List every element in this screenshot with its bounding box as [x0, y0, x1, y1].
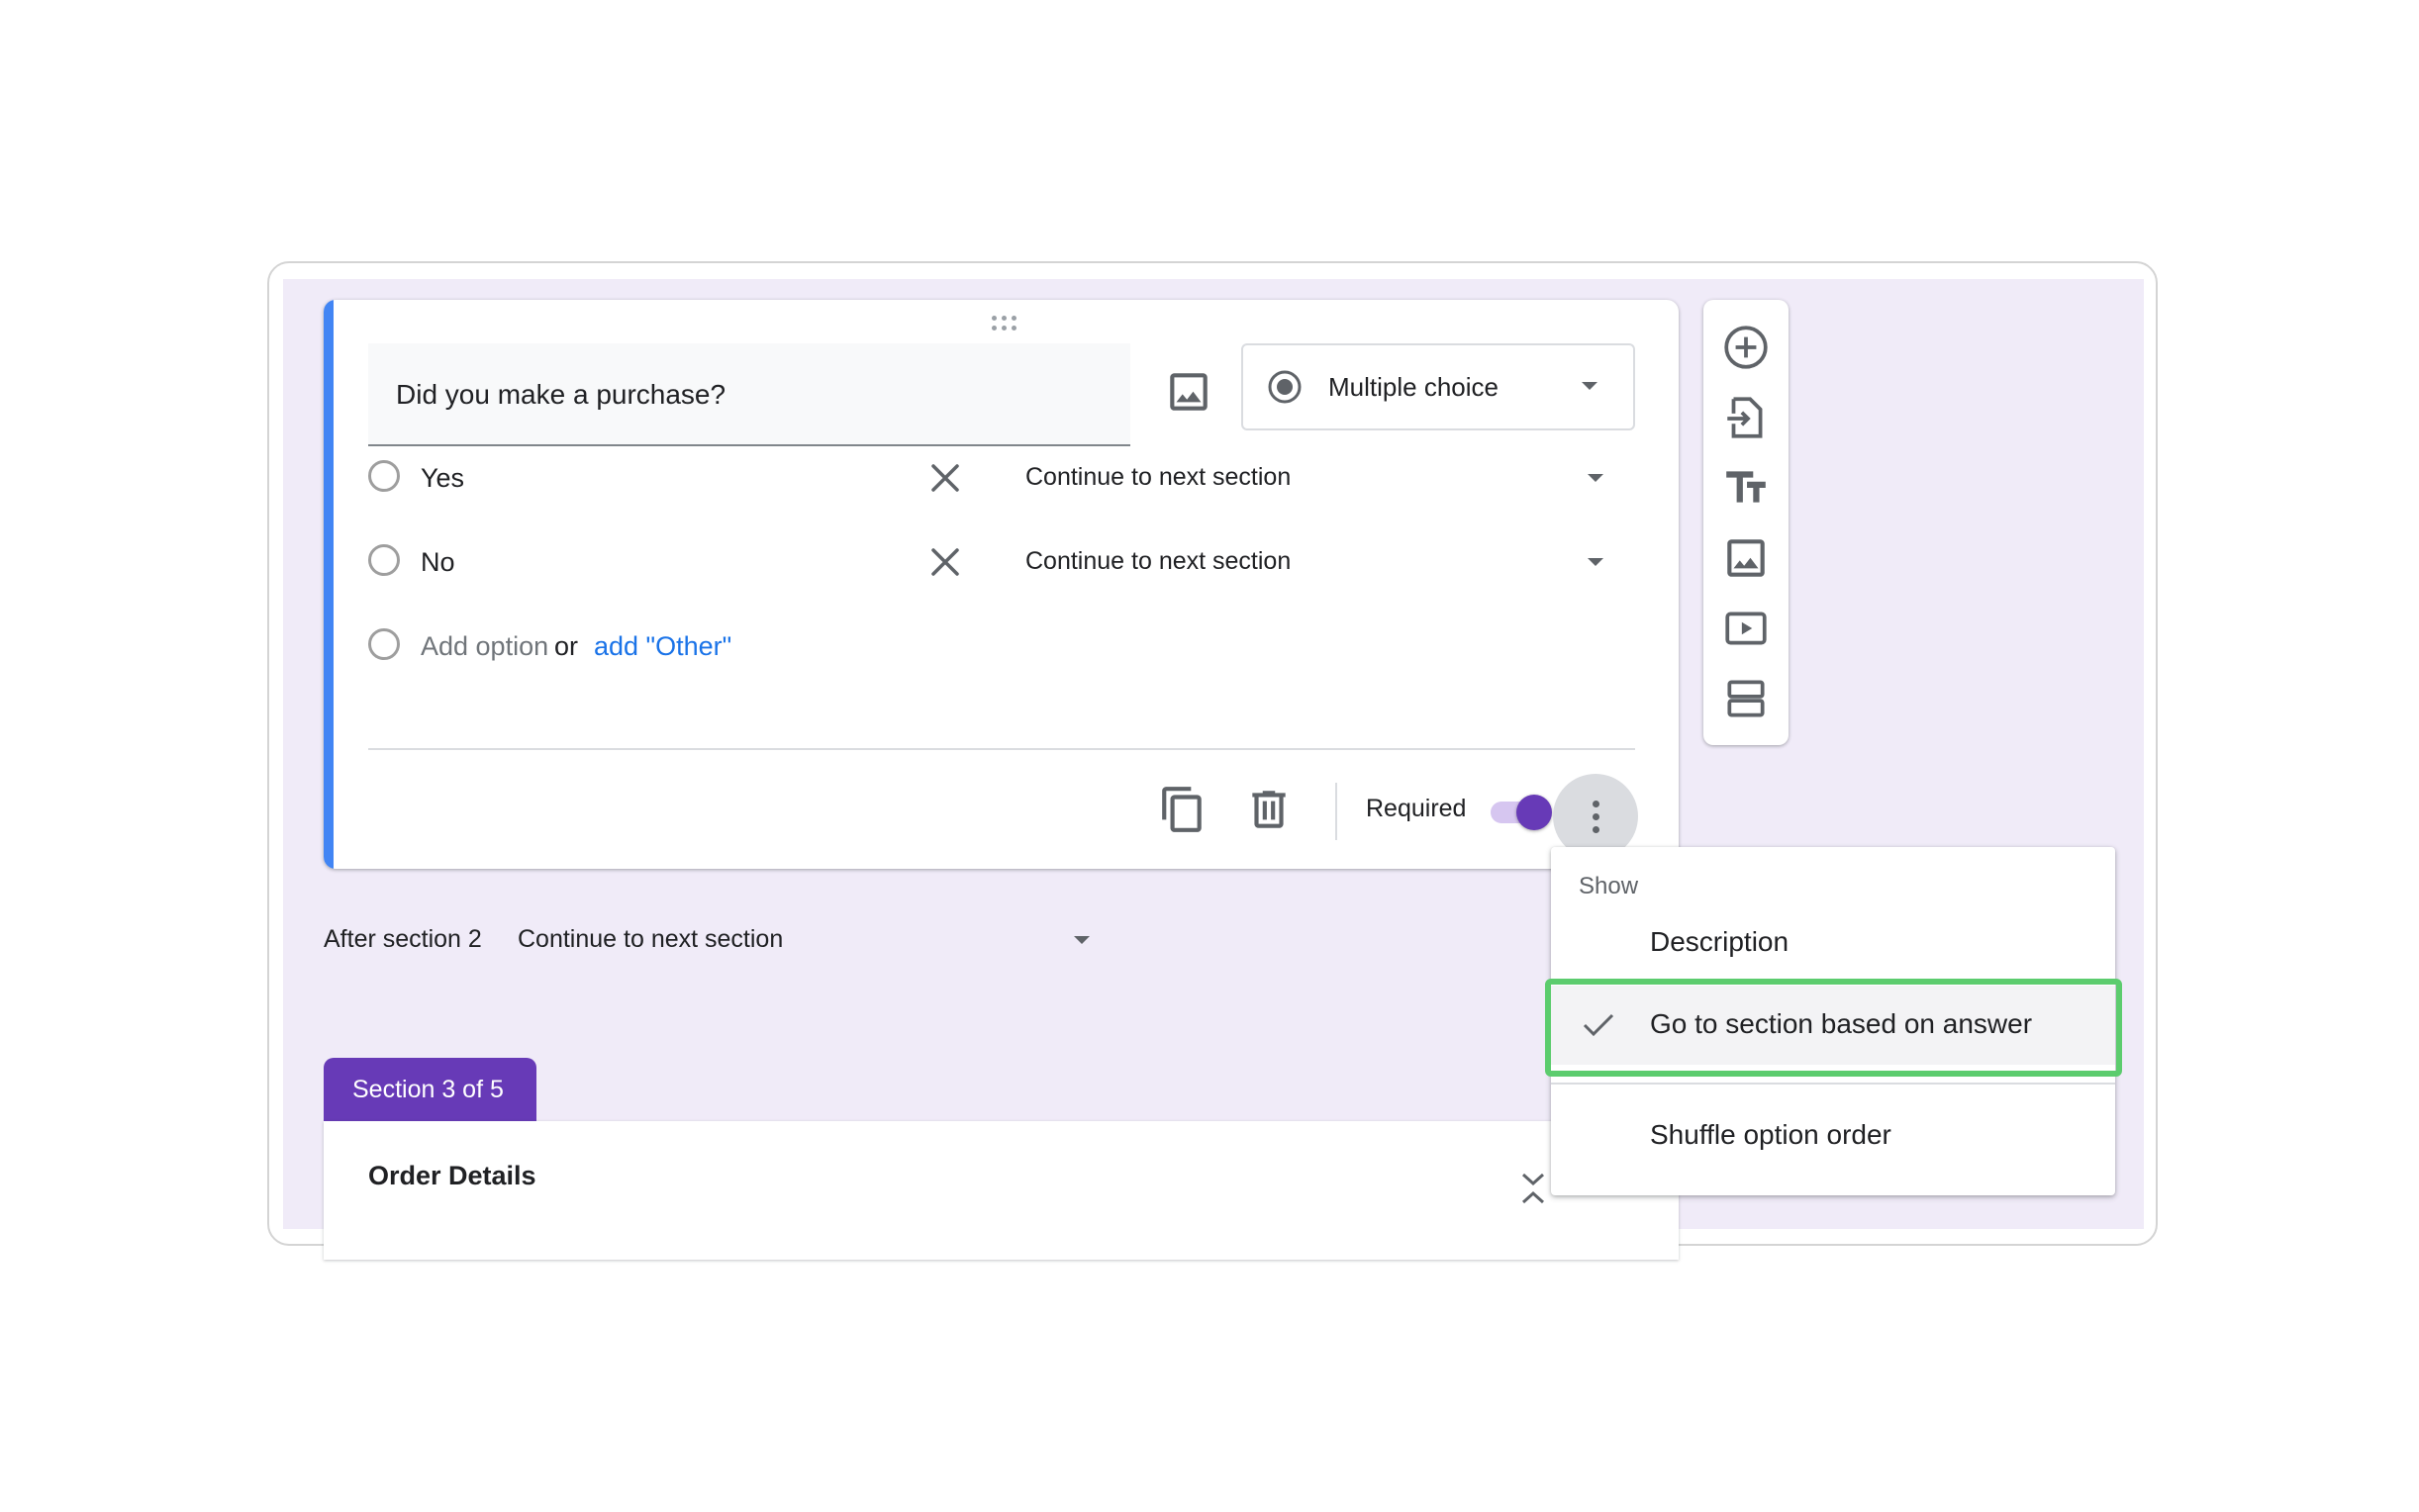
option-goto-select[interactable]: Continue to next section [1025, 463, 1291, 492]
menu-item-label: Description [1650, 926, 1790, 957]
add-other-link[interactable]: add "Other" [594, 631, 731, 662]
add-image-icon[interactable] [1721, 533, 1771, 583]
duplicate-icon[interactable] [1158, 785, 1208, 834]
add-video-icon[interactable] [1721, 604, 1771, 653]
add-section-icon[interactable] [1721, 674, 1771, 723]
add-question-icon[interactable] [1721, 323, 1771, 372]
question-title-input[interactable]: Did you make a purchase? [368, 343, 1130, 446]
option-radio [368, 460, 400, 492]
option-row[interactable]: No Continue to next section [368, 537, 1645, 587]
menu-item-label: Go to section based on answer [1650, 1008, 2033, 1039]
menu-item-shuffle[interactable]: Shuffle option order [1551, 1096, 2115, 1176]
more-options-menu: Show Description Go to section based on … [1551, 847, 2115, 1195]
or-text: or [554, 631, 579, 661]
check-icon [1579, 1005, 1618, 1045]
option-radio [368, 544, 400, 576]
option-label[interactable]: No [421, 547, 455, 578]
chevron-down-icon[interactable] [1072, 934, 1092, 946]
question-type-label: Multiple choice [1328, 372, 1499, 402]
section-tab: Section 3 of 5 [324, 1058, 536, 1121]
menu-item-go-to-section[interactable]: Go to section based on answer [1551, 986, 2115, 1065]
section-card[interactable]: Order Details [324, 1121, 1679, 1260]
footer-divider [368, 748, 1635, 750]
toggle-thumb [1516, 795, 1552, 830]
question-title-text: Did you make a purchase? [396, 379, 726, 410]
option-row[interactable]: Yes Continue to next section [368, 453, 1645, 503]
section-title[interactable]: Order Details [368, 1161, 536, 1191]
active-card-indicator [324, 300, 334, 869]
option-radio [368, 628, 400, 660]
delete-icon[interactable] [1244, 785, 1294, 834]
menu-item-label: Shuffle option order [1650, 1119, 1891, 1150]
chevron-down-icon[interactable] [1586, 556, 1605, 568]
chevron-down-icon [1580, 380, 1599, 392]
collapse-icon[interactable] [1513, 1169, 1553, 1208]
add-option-link[interactable]: Add option [421, 631, 548, 662]
add-image-icon[interactable] [1164, 367, 1213, 417]
floating-toolbar [1703, 300, 1789, 745]
remove-option-icon[interactable] [925, 458, 965, 498]
radio-button-icon [1267, 369, 1303, 405]
option-goto-select[interactable]: Continue to next section [1025, 547, 1291, 576]
remove-option-icon[interactable] [925, 542, 965, 582]
menu-divider [1551, 1083, 2115, 1085]
add-option-row: Add option or add "Other" [368, 621, 1645, 671]
question-type-select[interactable]: Multiple choice [1241, 343, 1635, 430]
drag-handle-icon[interactable] [992, 314, 1021, 333]
footer-separator [1335, 783, 1337, 840]
option-label[interactable]: Yes [421, 463, 464, 494]
after-section-select[interactable]: Continue to next section [518, 925, 783, 954]
after-section-label: After section 2 [324, 925, 482, 953]
import-questions-icon[interactable] [1721, 393, 1771, 442]
question-card[interactable]: Did you make a purchase? Multiple choice… [324, 300, 1679, 869]
chevron-down-icon[interactable] [1586, 472, 1605, 484]
add-title-icon[interactable] [1721, 463, 1771, 513]
menu-item-description[interactable]: Description [1551, 903, 2115, 983]
required-label: Required [1366, 795, 1467, 822]
menu-header: Show [1579, 873, 1639, 899]
required-toggle[interactable] [1485, 794, 1556, 830]
